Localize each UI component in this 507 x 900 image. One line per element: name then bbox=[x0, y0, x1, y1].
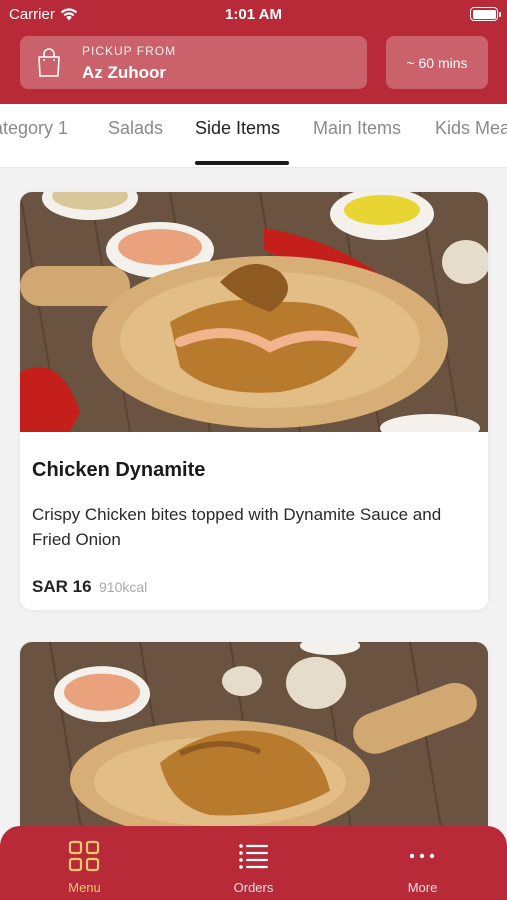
nav-more-label: More bbox=[407, 880, 438, 895]
nav-more[interactable]: More bbox=[338, 826, 507, 900]
item-price: SAR 16 bbox=[32, 577, 92, 596]
item-description: Crispy Chicken bites topped with Dynamit… bbox=[32, 505, 442, 549]
nav-menu-label: Menu bbox=[68, 880, 101, 895]
pickup-label: PICKUP FROM bbox=[82, 44, 177, 58]
more-icon bbox=[409, 853, 435, 859]
item-name: Chicken Dynamite bbox=[32, 459, 206, 481]
tab-kids-meal[interactable]: Kids Meal bbox=[435, 118, 507, 139]
list-icon bbox=[239, 844, 269, 869]
grid-icon bbox=[68, 840, 100, 872]
category-tabs: ategory 1 Salads Side Items Main Items K… bbox=[0, 104, 507, 168]
item-calories: 910kcal bbox=[99, 579, 148, 595]
tab-main-items[interactable]: Main Items bbox=[313, 118, 401, 139]
menu-item-card[interactable]: Chicken Dynamite Crispy Chicken bites to… bbox=[20, 192, 488, 610]
eta-label: ~ 60 mins bbox=[406, 54, 468, 71]
eta-button[interactable]: ~ 60 mins bbox=[386, 36, 488, 89]
nav-orders[interactable]: Orders bbox=[169, 826, 338, 900]
clock: 1:01 AM bbox=[225, 6, 282, 23]
tab-side-items[interactable]: Side Items bbox=[195, 118, 280, 139]
active-tab-indicator bbox=[195, 161, 289, 165]
tab-salads[interactable]: Salads bbox=[108, 118, 163, 139]
nav-menu[interactable]: Menu bbox=[0, 826, 169, 900]
bottom-nav: Menu Orders More bbox=[0, 826, 507, 900]
pickup-location: Az Zuhoor bbox=[82, 63, 167, 82]
header: Carrier 1:01 AM PICKUP FROM Az Zuhoor ~ … bbox=[0, 0, 507, 104]
tab-category-1[interactable]: ategory 1 bbox=[0, 118, 68, 139]
battery-icon bbox=[470, 7, 501, 21]
pickup-location-selector[interactable]: PICKUP FROM Az Zuhoor bbox=[20, 36, 367, 89]
nav-orders-label: Orders bbox=[233, 880, 274, 895]
status-bar: Carrier 1:01 AM bbox=[0, 0, 507, 28]
food-image bbox=[20, 192, 488, 432]
shopping-bag-icon bbox=[38, 48, 60, 77]
